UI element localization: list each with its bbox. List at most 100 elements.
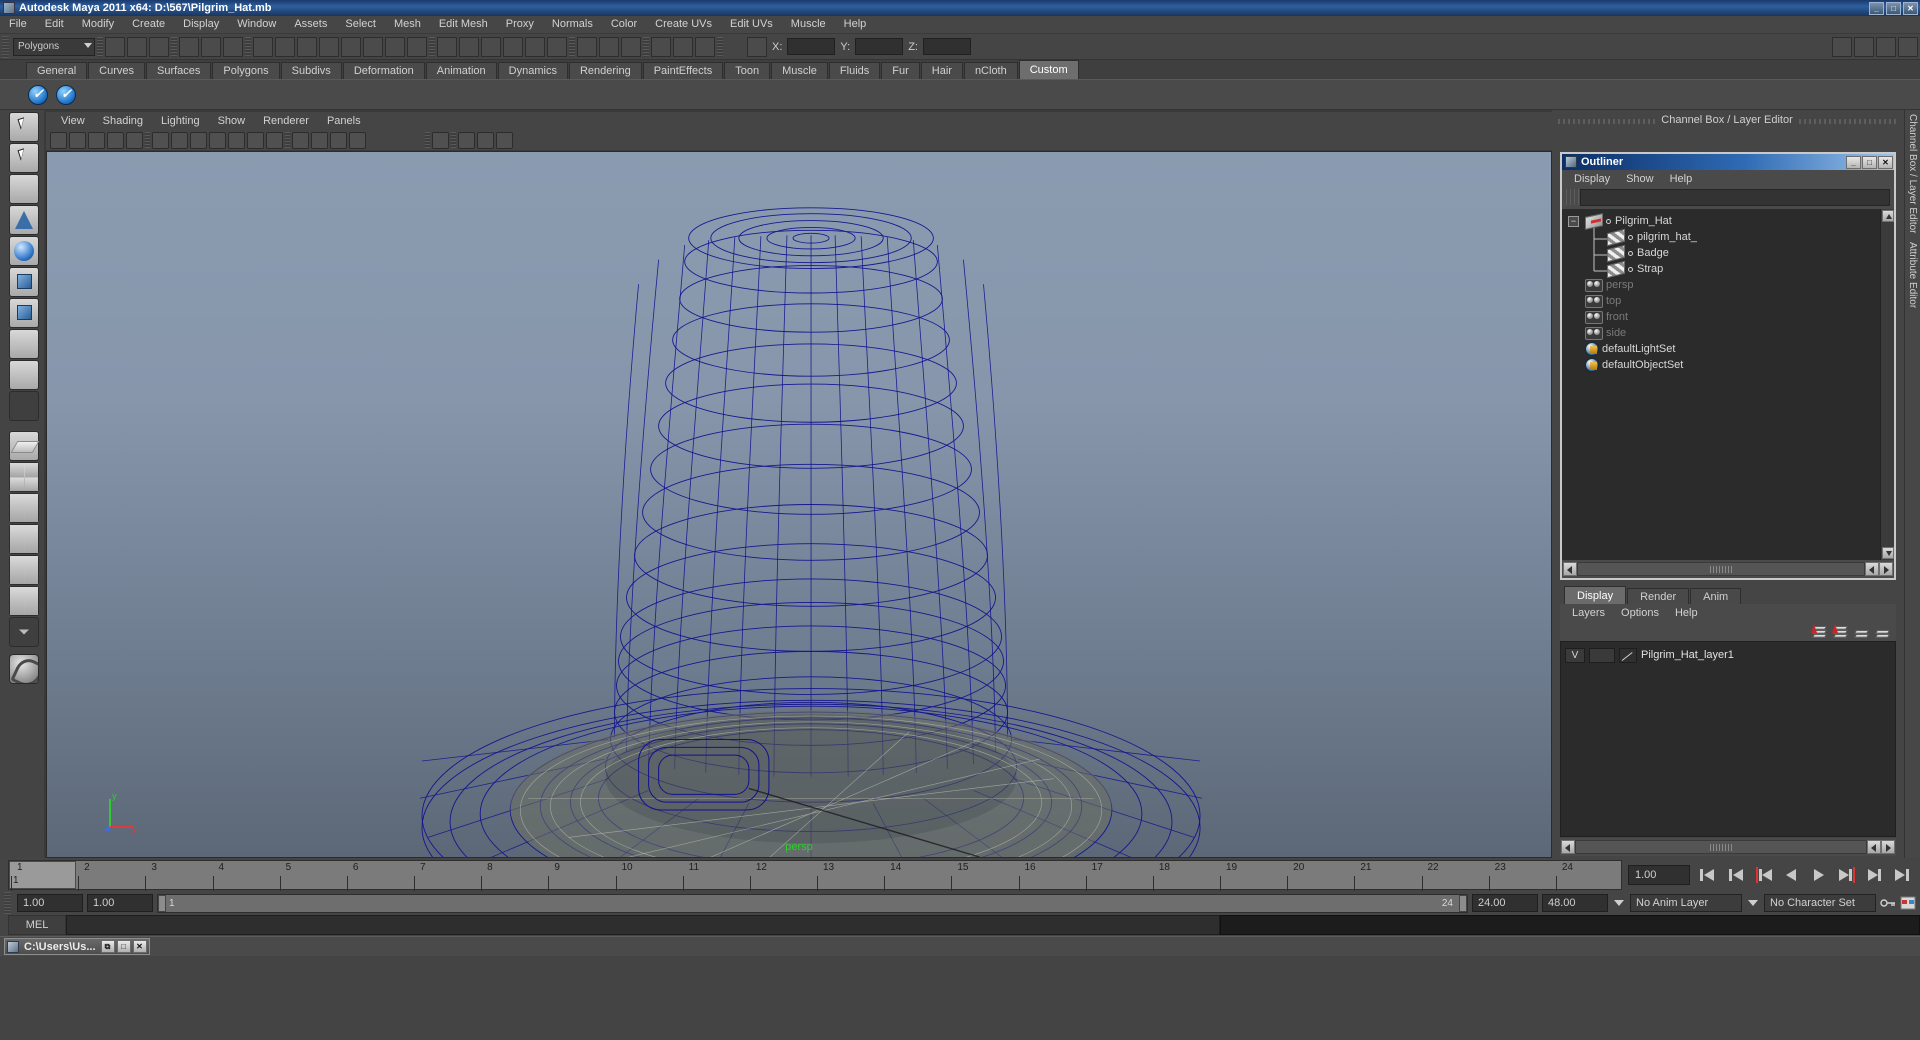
outliner-item[interactable]: top (1568, 293, 1880, 309)
custom-shelf-button-2[interactable] (54, 83, 78, 107)
shelf-tab-fluids[interactable]: Fluids (828, 62, 881, 79)
outliner-horizontal-scrollbar[interactable] (1562, 560, 1894, 578)
layer-list[interactable]: V Pilgrim_Hat_layer1 (1560, 641, 1896, 837)
scroll-left-icon[interactable] (1563, 562, 1577, 576)
mask-deformations-icon[interactable] (363, 36, 383, 57)
use-default-light-icon[interactable] (387, 132, 404, 149)
outliner-item[interactable]: persp (1568, 277, 1880, 293)
layout-four-view[interactable] (9, 462, 39, 492)
soft-modification-tool[interactable] (9, 329, 39, 359)
shelf-tab-deformation[interactable]: Deformation (342, 62, 425, 79)
outliner-menu-help[interactable]: Help (1662, 173, 1701, 185)
menu-window[interactable]: Window (228, 16, 285, 33)
taskbar-window-item[interactable]: C:\Users\Us... ⧉ □ ✕ (4, 938, 150, 955)
current-time-field[interactable]: 1.00 (1628, 865, 1690, 885)
mask-surfaces-icon[interactable] (341, 36, 361, 57)
auto-key-icon[interactable] (1880, 896, 1896, 910)
step-back-frame-button[interactable] (1724, 865, 1746, 885)
flat-shade-icon[interactable] (330, 131, 347, 149)
input-connection-icon[interactable] (577, 36, 597, 57)
select-camera-icon[interactable] (50, 131, 67, 149)
layer-row[interactable]: V Pilgrim_Hat_layer1 (1565, 646, 1895, 664)
taskbar-close-button[interactable]: ✕ (132, 940, 147, 953)
shelf-tab-subdivs[interactable]: Subdivs (280, 62, 342, 79)
outliner-item[interactable]: pilgrim_hat_ (1568, 228, 1880, 246)
custom-shelf-button-1[interactable] (26, 83, 50, 107)
snap-to-grid-icon[interactable] (437, 36, 457, 57)
isolate-select-icon[interactable] (432, 131, 449, 149)
shelf-tab-dynamics[interactable]: Dynamics (497, 62, 568, 79)
wireframe-shade-icon[interactable] (292, 131, 309, 149)
snap-to-point-icon[interactable] (481, 36, 501, 57)
layer-horizontal-scrollbar[interactable] (1560, 838, 1896, 856)
shelf-tab-general[interactable]: General (26, 62, 88, 79)
viewport-menu-shading[interactable]: Shading (94, 114, 152, 128)
snap-to-projected-center-icon[interactable] (503, 36, 523, 57)
character-set-selector[interactable]: No Character Set (1764, 894, 1876, 912)
viewport-menu-panels[interactable]: Panels (318, 114, 370, 128)
shelf-tab-muscle[interactable]: Muscle (771, 62, 828, 79)
scroll-right-icon[interactable] (1879, 562, 1893, 576)
layer-tab-display[interactable]: Display (1564, 586, 1627, 604)
anim-layer-chevron-icon[interactable] (1612, 894, 1626, 912)
play-forwards-button[interactable] (1808, 865, 1830, 885)
attribute-editor-side-tab[interactable]: Attribute Editor (1907, 242, 1918, 308)
new-layer-from-selected-icon[interactable] (1874, 624, 1890, 638)
play-backwards-button[interactable] (1780, 865, 1802, 885)
range-left-handle[interactable] (158, 894, 166, 912)
select-by-object-type-icon[interactable] (201, 36, 221, 57)
outliner-item[interactable]: front (1568, 309, 1880, 325)
outliner-menu-display[interactable]: Display (1566, 173, 1618, 185)
gate-mask-icon[interactable] (209, 131, 226, 149)
animation-preferences-icon[interactable] (1900, 896, 1916, 910)
viewport-menu-show[interactable]: Show (209, 114, 255, 128)
layer-tab-anim[interactable]: Anim (1690, 588, 1742, 604)
universal-manipulator-tool[interactable] (9, 298, 39, 328)
menuset-selector[interactable]: Polygons (13, 37, 95, 56)
manipulator-axis-icon[interactable] (1834, 128, 1854, 148)
viewport-menu-lighting[interactable]: Lighting (152, 114, 209, 128)
snap-to-curve-icon[interactable] (459, 36, 479, 57)
outliner-item[interactable]: Badge (1568, 244, 1880, 262)
go-to-start-button[interactable] (1696, 865, 1718, 885)
layer-visibility-toggle[interactable]: V (1565, 647, 1585, 663)
make-live-icon[interactable] (547, 36, 567, 57)
film-gate-icon[interactable] (171, 131, 188, 149)
menu-modify[interactable]: Modify (73, 16, 123, 33)
menu-assets[interactable]: Assets (285, 16, 336, 33)
show-manipulator-tool[interactable] (9, 360, 39, 390)
range-bar[interactable]: 1 24 (157, 893, 1468, 913)
playback-end-field[interactable]: 24.00 (1472, 894, 1538, 912)
viewport-menu-view[interactable]: View (52, 114, 94, 128)
show-hide-attribute-editor-icon[interactable] (1854, 36, 1874, 57)
move-layer-down-icon[interactable] (1832, 624, 1848, 638)
mask-rendering-icon[interactable] (407, 36, 427, 57)
shelf-tab-ncloth[interactable]: nCloth (963, 62, 1018, 79)
render-settings-icon[interactable] (695, 36, 715, 57)
shelf-tab-custom[interactable]: Custom (1018, 60, 1079, 79)
outliner-item[interactable]: Strap (1568, 260, 1880, 278)
outliner-vertical-scrollbar[interactable] (1880, 209, 1894, 560)
layout-hypershade-persp[interactable] (9, 555, 39, 585)
layer-name[interactable]: Pilgrim_Hat_layer1 (1641, 649, 1734, 661)
layout-persp-graph-editor[interactable] (9, 524, 39, 554)
outliner-item[interactable]: side (1568, 325, 1880, 341)
character-set-chevron-icon[interactable] (1746, 894, 1760, 912)
layout-persp-graph-persp[interactable] (9, 586, 39, 616)
outliner-item[interactable]: defaultLightSet (1568, 341, 1880, 357)
layout-more-button[interactable] (9, 617, 39, 647)
menu-muscle[interactable]: Muscle (782, 16, 835, 33)
resolution-gate-icon[interactable] (190, 131, 207, 149)
scroll-left-icon[interactable] (1561, 840, 1575, 854)
shelf-tab-curves[interactable]: Curves (88, 62, 145, 79)
texture-icon[interactable] (266, 131, 283, 149)
mask-handles-icon[interactable] (275, 36, 295, 57)
camera-attributes-icon[interactable] (69, 131, 86, 149)
menu-normals[interactable]: Normals (543, 16, 602, 33)
step-forward-key-button[interactable] (1836, 865, 1858, 885)
snap-to-view-plane-icon[interactable] (525, 36, 545, 57)
multi-view-icon[interactable] (477, 131, 494, 149)
hardware-texturing-icon[interactable] (349, 131, 366, 149)
paint-select-tool[interactable] (9, 174, 39, 204)
single-view-icon[interactable] (458, 131, 475, 149)
